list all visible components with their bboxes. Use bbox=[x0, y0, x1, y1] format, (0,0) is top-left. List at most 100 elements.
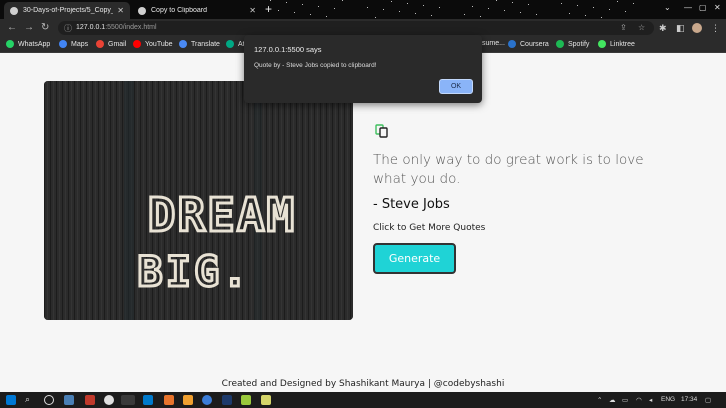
bookmark-translate[interactable]: Translate bbox=[179, 40, 220, 48]
close-tab-icon[interactable]: ✕ bbox=[117, 6, 124, 15]
alert-message: Quote by - Steve Jobs copied to clipboar… bbox=[254, 62, 377, 69]
close-tab-icon[interactable]: ✕ bbox=[249, 6, 256, 15]
generate-button[interactable]: Generate bbox=[373, 243, 456, 274]
star-decoration bbox=[617, 1, 618, 2]
app-icon[interactable] bbox=[164, 395, 174, 405]
menu-icon[interactable]: ⋮ bbox=[711, 23, 720, 34]
star-decoration bbox=[528, 4, 529, 5]
forward-icon[interactable]: → bbox=[24, 22, 34, 34]
bookmark-gmail[interactable]: Gmail bbox=[96, 40, 126, 48]
bookmark-resume[interactable]: sume... bbox=[482, 40, 505, 47]
star-decoration bbox=[512, 2, 513, 3]
star-decoration bbox=[609, 9, 610, 10]
quote-text: The only way to do great work is to love… bbox=[373, 152, 644, 187]
battery-icon[interactable]: ▭ bbox=[622, 396, 628, 404]
app-icon[interactable] bbox=[241, 395, 251, 405]
address-bar[interactable]: ⓘ 127.0.0.1:5500/index.html ⇪ ☆ bbox=[58, 21, 654, 35]
star-decoration bbox=[334, 8, 335, 9]
bookmark-spotify[interactable]: Spotify bbox=[556, 40, 589, 48]
star-decoration bbox=[601, 17, 602, 18]
bookmark-at[interactable]: At bbox=[226, 40, 245, 48]
star-decoration bbox=[520, 12, 521, 13]
star-decoration bbox=[294, 12, 295, 13]
info-icon[interactable]: ⓘ bbox=[64, 23, 72, 34]
chrome-icon[interactable] bbox=[121, 395, 135, 405]
coursera-icon bbox=[508, 40, 516, 48]
star-decoration bbox=[342, 0, 343, 1]
star-decoration bbox=[480, 16, 481, 17]
page-content: DREAM BIG. The only way to do great work… bbox=[0, 54, 726, 392]
new-tab-button[interactable]: + bbox=[265, 3, 272, 15]
tab-github[interactable]: 30-Days-of-Projects/5_Copy_To... ✕ bbox=[4, 2, 130, 19]
tab-title: Copy to Clipboard bbox=[151, 7, 208, 14]
translate-icon bbox=[179, 40, 187, 48]
app-icon[interactable] bbox=[104, 395, 114, 405]
language-indicator[interactable]: ENG bbox=[661, 396, 675, 403]
star-decoration bbox=[278, 10, 279, 11]
star-decoration bbox=[439, 7, 440, 8]
app-icon[interactable] bbox=[261, 395, 271, 405]
minimize-icon[interactable]: — bbox=[684, 3, 692, 12]
github-icon bbox=[10, 6, 18, 15]
maximize-icon[interactable]: ▢ bbox=[699, 3, 707, 12]
star-decoration bbox=[302, 4, 303, 5]
footer-credit: Created and Designed by Shashikant Maury… bbox=[221, 379, 505, 389]
quote-author: - Steve Jobs bbox=[373, 197, 450, 212]
app-icon[interactable] bbox=[85, 395, 95, 405]
star-decoration bbox=[625, 11, 626, 12]
copy-icon[interactable] bbox=[375, 124, 389, 138]
star-decoration bbox=[536, 14, 537, 15]
windows-start-icon[interactable] bbox=[6, 395, 16, 405]
close-window-icon[interactable]: ✕ bbox=[714, 3, 721, 12]
star-decoration bbox=[585, 15, 586, 16]
extensions-icon[interactable]: ✱ bbox=[659, 23, 667, 34]
globe-icon bbox=[138, 6, 146, 15]
cortana-icon[interactable] bbox=[44, 395, 54, 405]
volume-icon[interactable]: ◂ bbox=[649, 396, 652, 404]
star-decoration bbox=[415, 13, 416, 14]
vscode-icon[interactable] bbox=[143, 395, 153, 405]
more-quotes-label: Click to Get More Quotes bbox=[373, 223, 486, 233]
search-icon[interactable]: ⌕ bbox=[25, 394, 35, 404]
star-decoration bbox=[310, 14, 311, 15]
app-icon[interactable] bbox=[222, 395, 232, 405]
star-decoration bbox=[423, 5, 424, 6]
bookmark-linktree[interactable]: Linktree bbox=[598, 40, 635, 48]
side-panel-icon[interactable]: ◧ bbox=[676, 23, 685, 34]
wifi-icon[interactable]: ◠ bbox=[636, 396, 642, 404]
alert-dialog: 127.0.0.1:5500 says Quote by - Steve Job… bbox=[244, 35, 482, 103]
network-icon[interactable]: ☁ bbox=[609, 396, 616, 404]
task-view-icon[interactable] bbox=[64, 395, 74, 405]
bookmark-star-icon[interactable]: ☆ bbox=[638, 23, 645, 32]
star-decoration bbox=[270, 0, 271, 1]
reload-icon[interactable]: ↻ bbox=[41, 22, 49, 34]
star-decoration bbox=[472, 6, 473, 7]
tab-copy-to-clipboard[interactable]: Copy to Clipboard ✕ bbox=[132, 2, 262, 19]
spotify-icon bbox=[556, 40, 564, 48]
clock[interactable]: 17:34 bbox=[681, 396, 697, 403]
star-decoration bbox=[391, 1, 392, 2]
notifications-icon[interactable]: ▢ bbox=[705, 396, 711, 404]
back-icon[interactable]: ← bbox=[7, 22, 17, 34]
chevron-up-icon[interactable]: ⌃ bbox=[597, 396, 602, 404]
bookmark-maps[interactable]: Maps bbox=[59, 40, 88, 48]
star-decoration bbox=[464, 14, 465, 15]
bookmark-icon bbox=[226, 40, 234, 48]
bookmark-coursera[interactable]: Coursera bbox=[508, 40, 549, 48]
star-decoration bbox=[561, 3, 562, 4]
profile-avatar[interactable] bbox=[692, 23, 702, 33]
alert-origin: 127.0.0.1:5500 says bbox=[254, 45, 322, 54]
share-icon[interactable]: ⇪ bbox=[620, 23, 627, 32]
bookmark-whatsapp[interactable]: WhatsApp bbox=[6, 40, 50, 48]
maps-icon bbox=[59, 40, 67, 48]
star-decoration bbox=[488, 8, 489, 9]
star-decoration bbox=[367, 7, 368, 8]
ok-button[interactable]: OK bbox=[439, 79, 473, 94]
bookmark-youtube[interactable]: YouTube bbox=[133, 40, 173, 48]
star-decoration bbox=[593, 7, 594, 8]
chevron-down-icon[interactable]: ⌄ bbox=[664, 3, 671, 12]
app-icon[interactable] bbox=[202, 395, 212, 405]
svg-text:BIG.: BIG. bbox=[137, 247, 250, 296]
star-decoration bbox=[577, 5, 578, 6]
app-icon[interactable] bbox=[183, 395, 193, 405]
